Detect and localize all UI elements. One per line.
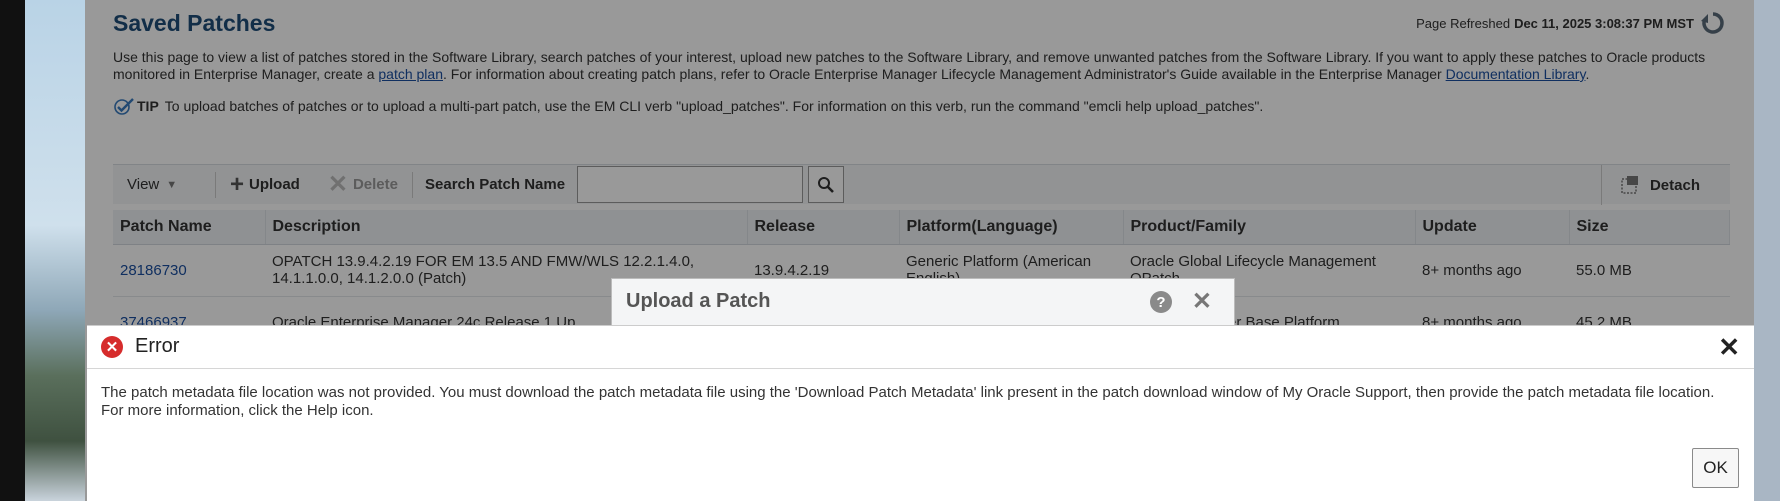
- desktop-wallpaper: [25, 0, 85, 501]
- upload-dialog-title: Upload a Patch: [626, 290, 771, 312]
- close-icon[interactable]: ✕: [1718, 332, 1740, 363]
- error-message: The patch metadata file location was not…: [101, 384, 1715, 419]
- desktop-left-edge: [0, 0, 25, 501]
- error-icon: ✕: [101, 335, 123, 358]
- ok-button[interactable]: OK: [1692, 448, 1739, 488]
- close-icon[interactable]: ✕: [1192, 287, 1212, 316]
- error-divider: [87, 368, 1754, 369]
- error-title: Error: [135, 335, 180, 357]
- help-icon[interactable]: ?: [1150, 291, 1172, 313]
- desktop-right-edge: [1754, 0, 1780, 501]
- error-popup: ✕ Error ✕ The patch metadata file locati…: [87, 325, 1754, 501]
- error-header: ✕ Error: [101, 335, 179, 358]
